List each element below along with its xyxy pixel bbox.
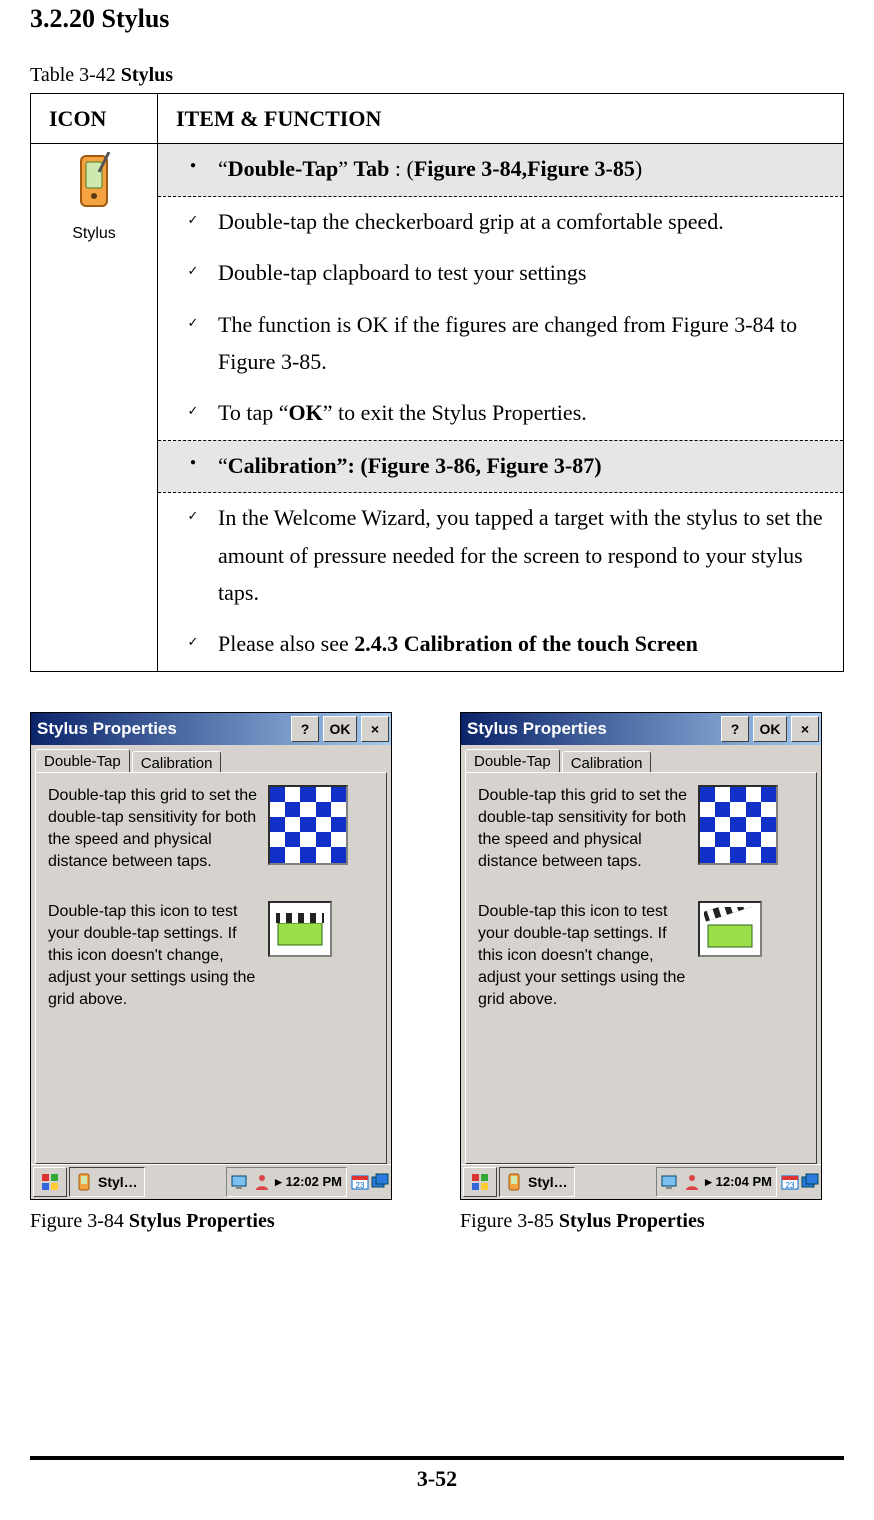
ok-button[interactable]: OK bbox=[753, 716, 787, 742]
tab-double-tap[interactable]: Double-Tap bbox=[465, 749, 560, 772]
item-text: To tap “OK” to exit the Stylus Propertie… bbox=[218, 394, 833, 431]
table-header-icon: ICON bbox=[31, 94, 158, 144]
tab-strip: Double-TapCalibration bbox=[461, 745, 821, 772]
tray-arrow: ▸ bbox=[705, 1174, 712, 1190]
section-heading: 3.2.20 Stylus bbox=[30, 4, 844, 34]
grid-description: Double-tap this grid to set the double-t… bbox=[48, 785, 258, 873]
item-text: Double-tap clapboard to test your settin… bbox=[218, 254, 833, 291]
taskbar-indicators: 23 bbox=[781, 1173, 819, 1191]
bullet-icon bbox=[168, 447, 218, 481]
calendar-icon[interactable]: 23 bbox=[351, 1173, 369, 1191]
clapboard-closed-icon[interactable] bbox=[268, 901, 332, 957]
system-tray[interactable]: ▸ 12:04 PM bbox=[656, 1167, 777, 1197]
titlebar: Stylus Properties?OK× bbox=[461, 713, 821, 745]
ok-button[interactable]: OK bbox=[323, 716, 357, 742]
figure-caption: Figure 3-85 Stylus Properties bbox=[460, 1210, 830, 1233]
check-icon bbox=[168, 625, 218, 657]
page-number: 3-52 bbox=[417, 1466, 457, 1491]
page-footer: 3-52 bbox=[30, 1456, 844, 1492]
close-button[interactable]: × bbox=[361, 716, 389, 742]
screenshot-column: Stylus Properties?OK×Double-TapCalibrati… bbox=[460, 712, 830, 1233]
test-icon-description: Double-tap this icon to test your double… bbox=[48, 901, 258, 1011]
double-tap-grid[interactable] bbox=[698, 785, 778, 865]
dialog-body: Double-tap this grid to set the double-t… bbox=[35, 772, 387, 1164]
taskbar: Styl… ▸ 12:04 PM 23 bbox=[461, 1164, 821, 1199]
tab-double-tap[interactable]: Double-Tap bbox=[35, 749, 130, 772]
stylus-table: ICON ITEM & FUNCTION Stylus “Dou bbox=[30, 93, 844, 672]
person-icon bbox=[253, 1173, 271, 1191]
person-icon bbox=[683, 1173, 701, 1191]
screenshot-column: Stylus Properties?OK×Double-TapCalibrati… bbox=[30, 712, 400, 1233]
windows-icon[interactable] bbox=[371, 1173, 389, 1191]
close-button[interactable]: × bbox=[791, 716, 819, 742]
double-tap-grid[interactable] bbox=[268, 785, 348, 865]
table-item: Double-tap the checkerboard grip at a co… bbox=[158, 197, 843, 248]
calendar-icon[interactable]: 23 bbox=[781, 1173, 799, 1191]
check-icon bbox=[168, 499, 218, 531]
screenshot-row: Stylus Properties?OK×Double-TapCalibrati… bbox=[30, 712, 844, 1233]
table-header-item: ITEM & FUNCTION bbox=[158, 94, 844, 144]
icon-caption: Stylus bbox=[49, 220, 139, 247]
table-item: Please also see 2.4.3 Calibration of the… bbox=[158, 619, 843, 670]
page-root: 3.2.20 Stylus Table 3-42 Stylus ICON ITE… bbox=[0, 0, 874, 1520]
table-item: To tap “OK” to exit the Stylus Propertie… bbox=[158, 388, 843, 439]
icon-cell: Stylus bbox=[31, 144, 158, 671]
table-item: In the Welcome Wizard, you tapped a targ… bbox=[158, 493, 843, 619]
taskbar-indicators: 23 bbox=[351, 1173, 389, 1191]
help-button[interactable]: ? bbox=[291, 716, 319, 742]
check-icon bbox=[168, 254, 218, 286]
item-text: “Double-Tap” Tab : (Figure 3-84,Figure 3… bbox=[218, 150, 833, 187]
dialog-title: Stylus Properties bbox=[37, 719, 287, 739]
start-button[interactable] bbox=[463, 1167, 497, 1197]
check-icon bbox=[168, 394, 218, 426]
svg-text:23: 23 bbox=[356, 1181, 365, 1190]
dialog-body: Double-tap this grid to set the double-t… bbox=[465, 772, 817, 1164]
table-item: The function is OK if the figures are ch… bbox=[158, 300, 843, 389]
start-button[interactable] bbox=[33, 1167, 67, 1197]
tab-strip: Double-TapCalibration bbox=[31, 745, 391, 772]
stylus-icon bbox=[69, 152, 119, 218]
tab-calibration[interactable]: Calibration bbox=[562, 751, 652, 774]
item-text: Double-tap the checkerboard grip at a co… bbox=[218, 203, 833, 240]
tab-calibration[interactable]: Calibration bbox=[132, 751, 222, 774]
tray-arrow: ▸ bbox=[275, 1174, 282, 1190]
taskbar-app-label: Styl… bbox=[98, 1174, 138, 1190]
table-subheader: “Double-Tap” Tab : (Figure 3-84,Figure 3… bbox=[158, 144, 843, 196]
titlebar: Stylus Properties?OK× bbox=[31, 713, 391, 745]
dialog-title: Stylus Properties bbox=[467, 719, 717, 739]
table-subheader: “Calibration”: (Figure 3-86, Figure 3-87… bbox=[158, 440, 843, 493]
taskbar-app-label: Styl… bbox=[528, 1174, 568, 1190]
item-text: The function is OK if the figures are ch… bbox=[218, 306, 833, 381]
table-caption: Table 3-42 Stylus bbox=[30, 64, 844, 87]
grid-description: Double-tap this grid to set the double-t… bbox=[478, 785, 688, 873]
content-cell: “Double-Tap” Tab : (Figure 3-84,Figure 3… bbox=[158, 144, 844, 671]
desktop-icon bbox=[661, 1173, 679, 1191]
check-icon bbox=[168, 306, 218, 338]
taskbar-app-button[interactable]: Styl… bbox=[69, 1167, 145, 1197]
stylus-properties-dialog: Stylus Properties?OK×Double-TapCalibrati… bbox=[460, 712, 822, 1200]
help-button[interactable]: ? bbox=[721, 716, 749, 742]
clapboard-open-icon[interactable] bbox=[698, 901, 762, 957]
taskbar: Styl… ▸ 12:02 PM 23 bbox=[31, 1164, 391, 1199]
system-tray[interactable]: ▸ 12:02 PM bbox=[226, 1167, 347, 1197]
clock: 12:04 PM bbox=[716, 1174, 772, 1189]
desktop-icon bbox=[231, 1173, 249, 1191]
bullet-icon bbox=[168, 150, 218, 184]
test-icon-description: Double-tap this icon to test your double… bbox=[478, 901, 688, 1011]
item-text: Please also see 2.4.3 Calibration of the… bbox=[218, 625, 833, 662]
taskbar-app-button[interactable]: Styl… bbox=[499, 1167, 575, 1197]
stylus-properties-dialog: Stylus Properties?OK×Double-TapCalibrati… bbox=[30, 712, 392, 1200]
item-text: “Calibration”: (Figure 3-86, Figure 3-87… bbox=[218, 447, 833, 484]
clock: 12:02 PM bbox=[286, 1174, 342, 1189]
svg-text:23: 23 bbox=[786, 1181, 795, 1190]
windows-icon[interactable] bbox=[801, 1173, 819, 1191]
figure-caption: Figure 3-84 Stylus Properties bbox=[30, 1210, 400, 1233]
item-text: In the Welcome Wizard, you tapped a targ… bbox=[218, 499, 833, 611]
check-icon bbox=[168, 203, 218, 235]
table-item: Double-tap clapboard to test your settin… bbox=[158, 248, 843, 299]
